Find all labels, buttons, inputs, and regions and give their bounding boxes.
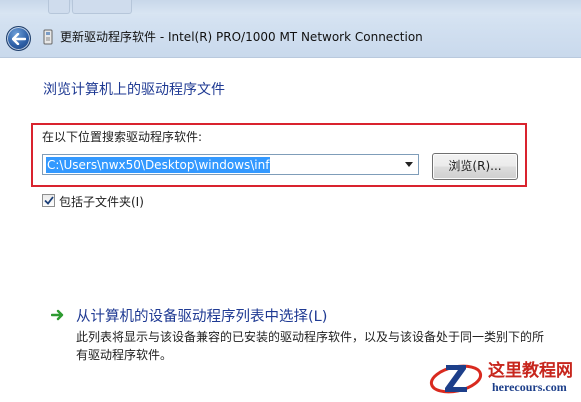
include-subfolders-label[interactable]: 包括子文件夹(I) — [59, 193, 144, 210]
back-arrow-icon — [11, 32, 26, 45]
driver-device-icon — [43, 29, 53, 45]
checkmark-icon — [43, 196, 54, 205]
watermark-logo — [429, 364, 483, 394]
title-bar: 更新驱动程序软件 - Intel(R) PRO/1000 MT Network … — [0, 0, 581, 58]
page-heading: 浏览计算机上的驱动程序文件 — [43, 82, 225, 98]
watermark-url: herecours.com — [492, 380, 567, 394]
watermark-name: 这里教程网 — [488, 361, 573, 381]
background-window-tab — [48, 0, 70, 14]
green-arrow-icon — [51, 309, 64, 321]
search-location-label: 在以下位置搜索驱动程序软件: — [42, 130, 203, 144]
browse-button[interactable]: 浏览(R)... — [432, 153, 518, 180]
dropdown-arrow-icon[interactable] — [402, 155, 416, 174]
background-window-tab — [72, 0, 132, 14]
window-title: 更新驱动程序软件 - Intel(R) PRO/1000 MT Network … — [60, 30, 423, 44]
path-combobox[interactable]: C:\Users\nwx50\Desktop\windows\inf — [42, 154, 419, 175]
include-subfolders-checkbox[interactable] — [42, 194, 55, 207]
path-input-value[interactable]: C:\Users\nwx50\Desktop\windows\inf — [46, 156, 271, 173]
pick-from-list-link[interactable]: 从计算机的设备驱动程序列表中选择(L) — [76, 305, 327, 326]
back-button[interactable] — [6, 26, 31, 51]
